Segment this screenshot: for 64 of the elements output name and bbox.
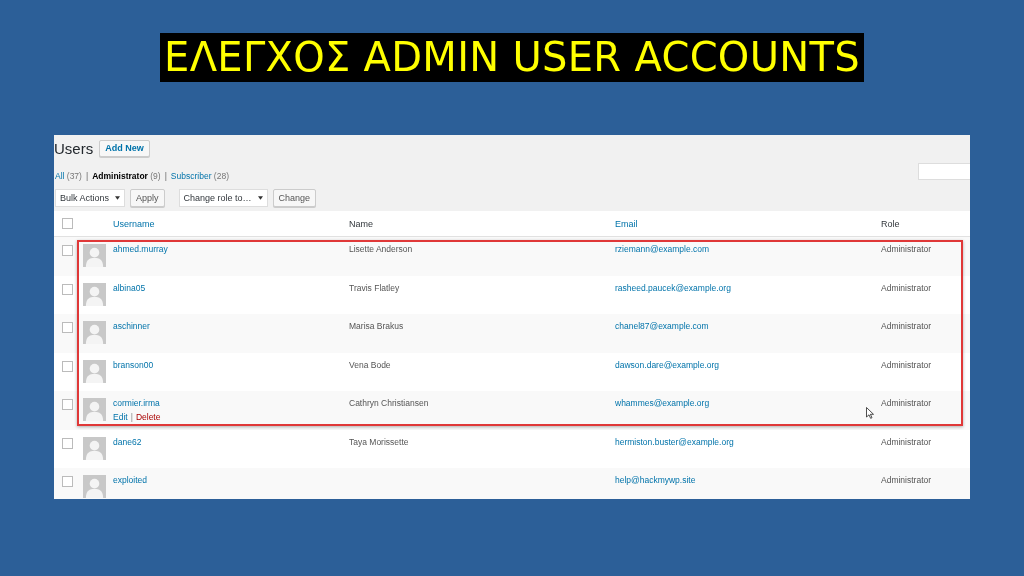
avatar-icon (83, 398, 106, 421)
change-role-dropdown[interactable]: Change role to… (178, 188, 268, 207)
separator: | (130, 412, 133, 422)
column-header[interactable]: Username (113, 218, 349, 229)
email-link[interactable]: help@hackmywp.site (615, 475, 696, 485)
table-cell: Administrator (881, 244, 932, 254)
table-cell: Administrator (881, 321, 932, 331)
checkbox[interactable] (62, 437, 73, 449)
bulk-actions-dropdown[interactable]: Bulk Actions (55, 188, 126, 207)
table-cell: Taya Morissette (349, 436, 409, 447)
table-cell: Travis Flatley (349, 282, 400, 293)
username-link[interactable]: branson00 (113, 359, 154, 370)
avatar-icon (83, 244, 106, 267)
caret-icon (257, 195, 263, 200)
table-cell: Marisa Brakus (349, 321, 404, 331)
filter-link[interactable]: Subscriber (28) (170, 171, 229, 181)
avatar-icon (83, 436, 106, 460)
table-cell: Administrator (881, 398, 932, 408)
table-cell: Administrator (881, 475, 932, 485)
email-link[interactable]: dawson.dare@example.org (615, 359, 720, 370)
avatar-icon (83, 282, 106, 306)
filter-link[interactable]: Administrator (9) (92, 171, 161, 181)
checkbox[interactable] (62, 360, 73, 372)
cursor-icon (866, 407, 874, 419)
avatar-icon (83, 359, 106, 383)
add-new-button[interactable]: Add New (99, 139, 150, 157)
change-button[interactable]: Change (272, 188, 317, 207)
table-cell: Lisette Anderson (349, 244, 413, 254)
caret-icon (115, 195, 121, 200)
username-link[interactable]: aschinner (113, 321, 150, 331)
table-cell: Administrator (881, 359, 932, 370)
email-link[interactable]: rasheed.paucek@example.org (615, 282, 731, 293)
username-link[interactable]: dane62 (113, 436, 142, 447)
slide-title: ΕΛΕΓΧΟΣ ADMIN USER ACCOUNTS (160, 33, 864, 82)
apply-button[interactable]: Apply (130, 188, 165, 207)
email-link[interactable]: whammes@example.org (615, 398, 710, 408)
separator: | (85, 171, 89, 181)
username-link[interactable]: exploited (113, 475, 148, 485)
email-link[interactable]: hermiston.buster@example.org (615, 436, 734, 447)
delete-link[interactable]: Delete (135, 412, 161, 422)
username-link[interactable]: albina05 (113, 282, 146, 293)
username-link[interactable]: ahmed.murray (113, 244, 168, 254)
search-field[interactable] (918, 162, 970, 180)
username-link[interactable]: cormier.irma (113, 398, 160, 408)
table-cell: Administrator (881, 282, 932, 293)
table-cell: Cathryn Christiansen (349, 398, 429, 408)
filter-link[interactable]: All (37) (55, 171, 82, 181)
column-header: Role (881, 218, 901, 229)
avatar-icon (83, 321, 106, 344)
checkbox[interactable] (62, 322, 73, 333)
edit-link[interactable]: Edit (113, 412, 128, 422)
page-heading: Users (54, 139, 94, 157)
column-header[interactable]: Email (615, 218, 881, 229)
checkbox[interactable] (62, 283, 73, 295)
checkbox[interactable] (62, 476, 73, 487)
email-link[interactable]: chanel87@example.com (615, 321, 709, 331)
table-cell: Administrator (881, 436, 932, 447)
column-header: Name (349, 218, 374, 229)
table-cell: Vena Bode (349, 359, 391, 370)
checkbox[interactable] (62, 399, 73, 410)
checkbox[interactable] (62, 218, 73, 229)
checkbox[interactable] (62, 245, 73, 256)
email-link[interactable]: rziemann@example.com (615, 244, 710, 254)
separator: | (164, 171, 167, 181)
